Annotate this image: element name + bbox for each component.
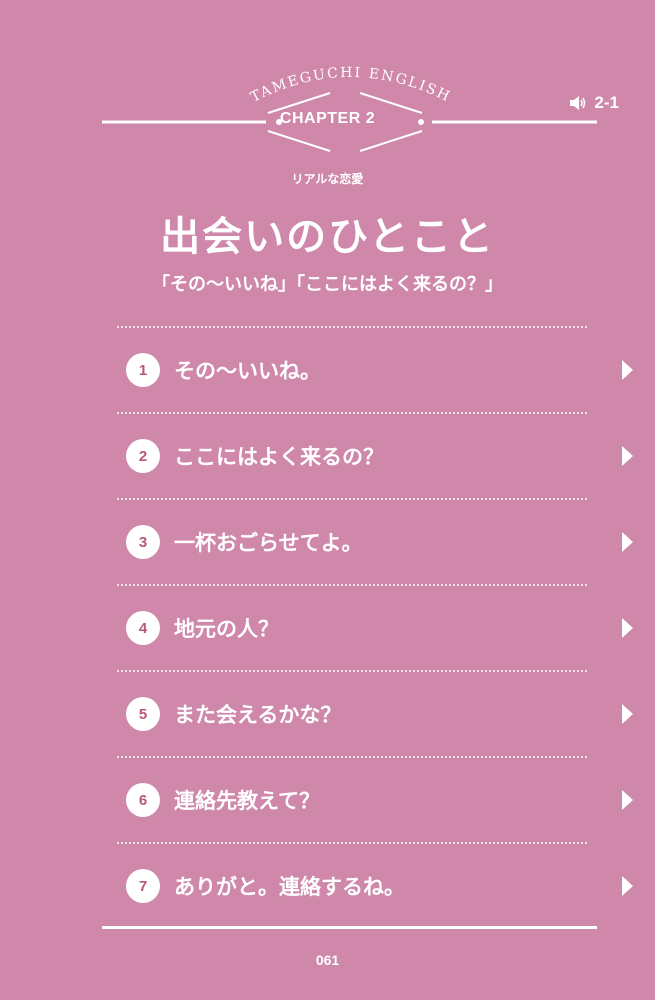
phrase-text: ここにはよく来るの？ [174,445,384,469]
page-number: 061 [315,952,340,968]
frame-line [267,130,331,152]
chapter-emblem: TAMEGUCHI ENGLISH [102,65,597,152]
speaker-icon [570,96,586,110]
list-item[interactable]: 6 連絡先教えて？ [117,758,633,842]
chapter-label: CHAPTER 2 [279,110,376,127]
audio-track[interactable]: 2-1 [570,93,619,113]
chevron-right-icon[interactable] [622,704,633,724]
list-item[interactable]: 5 また会えるかな？ [117,672,633,756]
number-badge: 1 [126,353,160,387]
series-name: TAMEGUCHI ENGLISH [248,65,454,106]
track-number: 2-1 [594,93,619,112]
chevron-right-icon[interactable] [622,532,633,552]
list-item[interactable]: 7 ありがと。連絡するね。 [117,844,633,928]
list-item[interactable]: 3 一杯おごらせてよ。 [117,500,633,584]
number-badge: 5 [126,697,160,731]
phrase-text: その〜いいね。 [174,359,321,383]
page-title: 出会いのひとこと [160,214,495,260]
phrase-text: 一杯おごらせてよ。 [174,531,363,555]
number-badge: 3 [126,525,160,559]
number-badge: 4 [126,611,160,645]
phrase-text: また会えるかな？ [174,703,342,727]
phrase-text: 地元の人？ [174,617,279,641]
chevron-right-icon[interactable] [622,360,633,380]
chevron-right-icon[interactable] [622,790,633,810]
phrase-list: 1 その〜いいね。 2 ここにはよく来るの？ 3 一杯おごらせてよ。 4 地元の… [117,326,633,928]
category-label: リアルな恋愛 [291,172,364,186]
footer-rule [102,926,597,929]
number-badge: 2 [126,439,160,473]
chevron-right-icon[interactable] [622,446,633,466]
list-item[interactable]: 1 その〜いいね。 [117,328,633,412]
number-badge: 7 [126,869,160,903]
chevron-right-icon[interactable] [622,618,633,638]
list-item[interactable]: 4 地元の人？ [117,586,633,670]
list-item[interactable]: 2 ここにはよく来るの？ [117,414,633,498]
frame-line [359,130,423,152]
chevron-right-icon[interactable] [622,876,633,896]
number-badge: 6 [126,783,160,817]
page-subtitle: 「その〜いいね」「ここにはよく来るの？」 [152,274,503,295]
phrase-text: 連絡先教えて？ [174,789,320,813]
phrase-text: ありがと。連絡するね。 [174,875,405,899]
